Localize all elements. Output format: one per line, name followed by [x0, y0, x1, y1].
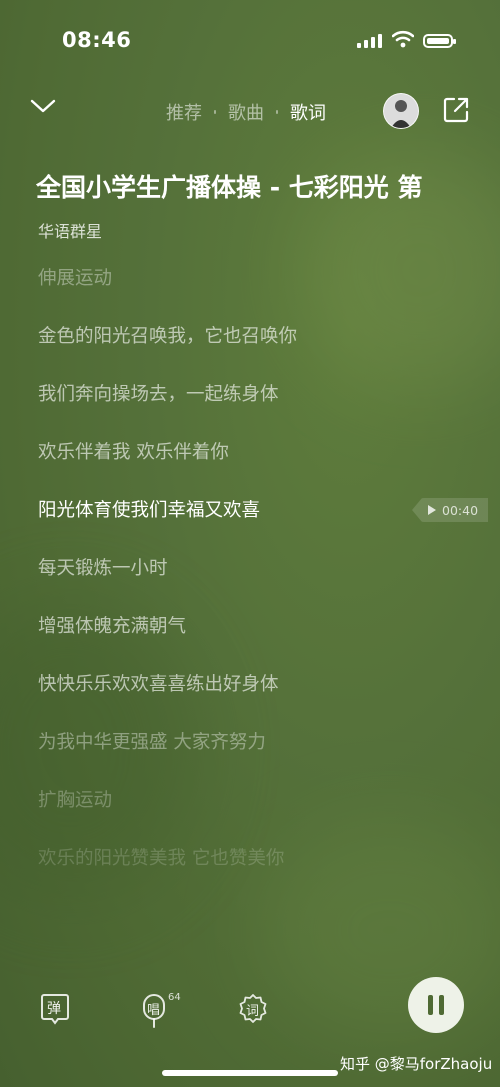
lyrics-list[interactable]: 伸展运动 金色的阳光召唤我，它也召唤你 我们奔向操场去，一起练身体 欢乐伴着我 … [38, 264, 418, 902]
avatar[interactable] [383, 93, 419, 129]
lyric-settings-button[interactable]: 词 [237, 993, 267, 1023]
lyric-label: 词 [246, 1004, 260, 1019]
tab-separator [276, 110, 278, 114]
lyric-line[interactable]: 我们奔向操场去，一起练身体 [38, 380, 418, 438]
tab-bar: 推荐 歌曲 歌词 [166, 99, 326, 125]
play-icon [428, 505, 436, 515]
battery-icon [423, 34, 456, 48]
tab-song[interactable]: 歌曲 [228, 99, 264, 125]
cellular-signal-icon [357, 34, 383, 48]
watermark: 知乎 @黎马forZhaoju [340, 1055, 493, 1073]
lyric-line[interactable]: 为我中华更强盛 大家齐努力 [38, 728, 418, 786]
lyric-line[interactable]: 欢乐伴着我 欢乐伴着你 [38, 438, 418, 496]
top-bar: 推荐 歌曲 歌词 [0, 92, 500, 132]
wifi-icon [392, 30, 414, 48]
lyric-line[interactable]: 欢乐的阳光赞美我 它也赞美你 [38, 844, 418, 902]
lyric-line[interactable]: 每天锻炼一小时 [38, 554, 418, 612]
pause-icon-bar [428, 995, 433, 1015]
song-artist[interactable]: 华语群星 [38, 218, 102, 242]
chevron-down-icon[interactable] [30, 98, 56, 114]
bottom-controls: 弹 唱 64 词 [0, 975, 500, 1045]
status-time: 08:46 [62, 28, 132, 52]
tab-separator [214, 110, 216, 114]
lyric-line[interactable]: 金色的阳光召唤我，它也召唤你 [38, 322, 418, 380]
share-icon[interactable] [442, 96, 470, 124]
sing-button[interactable]: 唱 [140, 993, 170, 1028]
danmu-button[interactable]: 弹 [40, 993, 70, 1025]
lyric-line[interactable]: 增强体魄充满朝气 [38, 612, 418, 670]
pause-icon-bar [439, 995, 444, 1015]
tab-lyrics[interactable]: 歌词 [290, 99, 326, 125]
lyric-line[interactable]: 快快乐乐欢欢喜喜练出好身体 [38, 670, 418, 728]
lyric-line[interactable]: 伸展运动 [38, 264, 418, 322]
status-bar: 08:46 [0, 28, 500, 56]
danmu-label: 弹 [47, 1001, 61, 1017]
lyric-line[interactable]: 扩胸运动 [38, 786, 418, 844]
lyric-line-current[interactable]: 阳光体育使我们幸福又欢喜 [38, 496, 418, 554]
current-time: 00:40 [442, 502, 479, 518]
sing-count-badge: 64 [168, 992, 181, 1003]
avatar-image [384, 94, 418, 128]
pause-button[interactable] [408, 977, 464, 1033]
tab-recommend[interactable]: 推荐 [166, 99, 202, 125]
home-indicator[interactable] [162, 1070, 338, 1076]
seek-to-line-button[interactable]: 00:40 [412, 498, 488, 522]
song-title: 全国小学生广播体操 - 七彩阳光 第 [36, 173, 423, 202]
sing-label: 唱 [147, 1003, 161, 1018]
